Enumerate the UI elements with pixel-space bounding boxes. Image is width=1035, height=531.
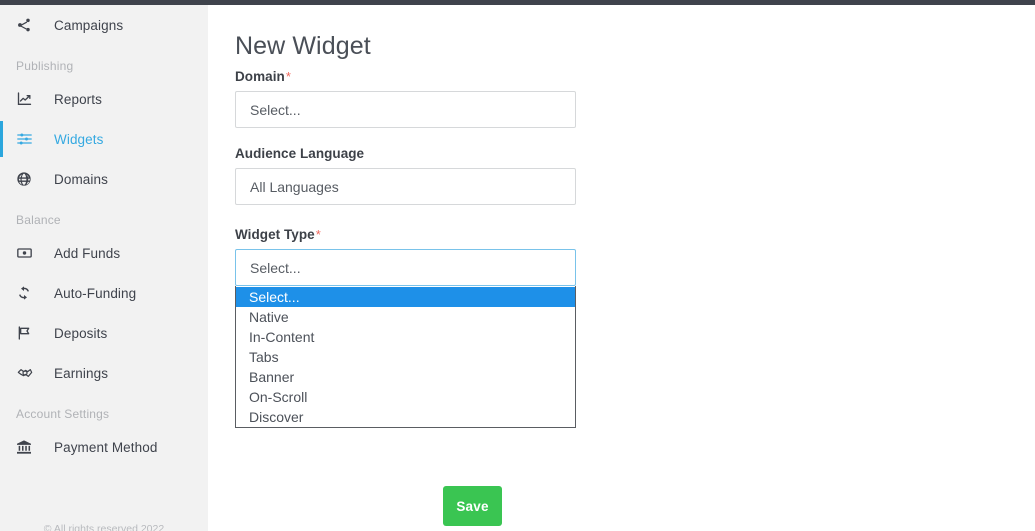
widget-type-option[interactable]: Select... bbox=[236, 287, 575, 307]
sidebar-item-reports[interactable]: Reports bbox=[0, 79, 208, 119]
money-bill-icon bbox=[16, 245, 42, 261]
widget-type-option[interactable]: Banner bbox=[236, 367, 575, 387]
widget-type-option[interactable]: In-Content bbox=[236, 327, 575, 347]
sidebar: Campaigns Publishing Reports Widgets Dom… bbox=[0, 5, 208, 531]
widget-type-option[interactable]: Tabs bbox=[236, 347, 575, 367]
widget-type-select[interactable]: Select... bbox=[235, 249, 576, 286]
sidebar-item-add-funds[interactable]: Add Funds bbox=[0, 233, 208, 273]
field-widget-type: Widget Type* Select... Select... Native … bbox=[235, 227, 577, 428]
sidebar-item-label: Deposits bbox=[54, 325, 108, 341]
sidebar-item-label: Campaigns bbox=[54, 17, 124, 33]
chart-line-icon bbox=[16, 91, 42, 107]
sliders-icon bbox=[16, 131, 42, 147]
sidebar-item-label: Payment Method bbox=[54, 439, 158, 455]
audience-language-select[interactable]: All Languages bbox=[235, 168, 576, 205]
audience-language-select-value: All Languages bbox=[250, 178, 339, 195]
sidebar-item-label: Widgets bbox=[54, 131, 104, 147]
sidebar-item-auto-funding[interactable]: Auto-Funding bbox=[0, 273, 208, 313]
sidebar-item-earnings[interactable]: Earnings bbox=[0, 353, 208, 393]
sidebar-item-deposits[interactable]: Deposits bbox=[0, 313, 208, 353]
audience-language-label: Audience Language bbox=[235, 146, 577, 161]
required-marker: * bbox=[285, 69, 291, 84]
save-button[interactable]: Save bbox=[443, 486, 502, 526]
sidebar-item-label: Auto-Funding bbox=[54, 285, 137, 301]
sidebar-item-campaigns[interactable]: Campaigns bbox=[0, 5, 208, 45]
widget-type-dropdown-wrap: Select... Select... Native In-Content Ta… bbox=[235, 249, 577, 428]
domain-label: Domain* bbox=[235, 69, 577, 84]
app-root: Campaigns Publishing Reports Widgets Dom… bbox=[0, 0, 1035, 531]
widget-type-select-value: Select... bbox=[250, 259, 301, 276]
widget-type-label: Widget Type* bbox=[235, 227, 577, 242]
audience-language-label-text: Audience Language bbox=[235, 146, 365, 161]
widget-type-option[interactable]: Discover bbox=[236, 407, 575, 427]
widget-type-option[interactable]: Native bbox=[236, 307, 575, 327]
main-content: New Widget Domain* Select... Audience La… bbox=[208, 5, 1035, 531]
new-widget-form: Domain* Select... Audience Language All … bbox=[235, 69, 577, 428]
active-indicator bbox=[0, 121, 3, 157]
sidebar-item-label: Earnings bbox=[54, 365, 109, 381]
domain-select[interactable]: Select... bbox=[235, 91, 576, 128]
refresh-icon bbox=[16, 285, 42, 301]
handshake-icon bbox=[16, 365, 42, 381]
widget-type-option[interactable]: On-Scroll bbox=[236, 387, 575, 407]
sidebar-footer-text: © All rights reserved 2022 bbox=[43, 523, 165, 531]
share-icon bbox=[16, 17, 42, 33]
flag-icon bbox=[16, 325, 42, 341]
sidebar-item-label: Reports bbox=[54, 91, 102, 107]
field-audience-language: Audience Language All Languages bbox=[235, 146, 577, 205]
sidebar-item-widgets[interactable]: Widgets bbox=[0, 119, 208, 159]
domain-label-text: Domain bbox=[235, 69, 285, 84]
sidebar-section-account-settings: Account Settings bbox=[16, 407, 110, 421]
globe-icon bbox=[16, 171, 42, 187]
widget-type-options-list[interactable]: Select... Native In-Content Tabs Banner … bbox=[235, 286, 576, 428]
sidebar-section-publishing: Publishing bbox=[16, 59, 74, 73]
required-marker: * bbox=[315, 227, 321, 242]
bank-icon bbox=[16, 439, 42, 455]
widget-type-label-text: Widget Type bbox=[235, 227, 315, 242]
sidebar-group-main: Campaigns bbox=[0, 5, 208, 45]
sidebar-section-balance: Balance bbox=[16, 213, 61, 227]
page-title: New Widget bbox=[235, 31, 371, 60]
field-domain: Domain* Select... bbox=[235, 69, 577, 128]
top-bar bbox=[0, 0, 1035, 5]
domain-select-value: Select... bbox=[250, 101, 301, 118]
sidebar-item-payment-method[interactable]: Payment Method bbox=[0, 427, 208, 467]
sidebar-item-label: Domains bbox=[54, 171, 108, 187]
sidebar-item-label: Add Funds bbox=[54, 245, 121, 261]
sidebar-item-domains[interactable]: Domains bbox=[0, 159, 208, 199]
